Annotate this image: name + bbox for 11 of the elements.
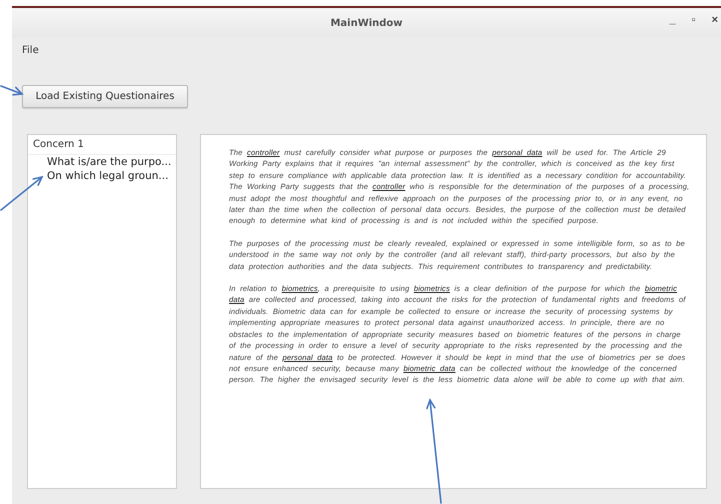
tree-item[interactable]: What is/are the purpo... [47, 156, 172, 168]
annotation-arrow [0, 85, 24, 96]
menu-item[interactable]: File [22, 44, 39, 56]
annotation-arrow [0, 176, 44, 211]
minimize-button[interactable]: _ [668, 14, 678, 26]
maximize-button[interactable]: ▫ [690, 14, 698, 26]
tree-item[interactable]: Concern 1 [33, 139, 84, 150]
close-button[interactable]: × [710, 14, 720, 26]
window-title: MainWindow [330, 18, 403, 28]
load-button[interactable]: Load Existing Questionaires [22, 85, 188, 108]
tree-item[interactable]: On which legal groun... [47, 170, 168, 182]
